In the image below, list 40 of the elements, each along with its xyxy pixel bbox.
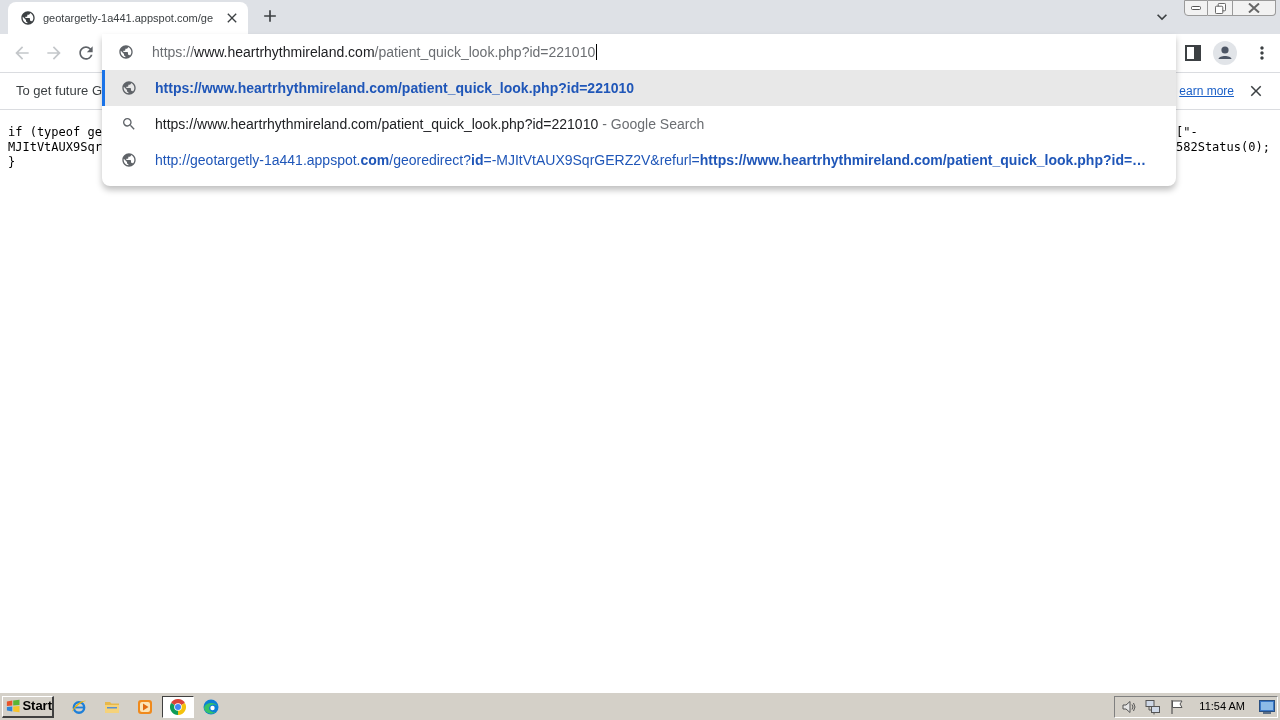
- learn-more-link[interactable]: earn more: [1179, 82, 1234, 100]
- globe-icon: [121, 152, 137, 168]
- suggestion-item[interactable]: https://www.heartrhythmireland.com/patient_quick_look.php?id=221010 - Google Search: [102, 106, 1176, 142]
- orbit-ring-icon[interactable]: [71, 698, 87, 715]
- code-line: 582Status(0);: [1176, 140, 1271, 155]
- minimize-button[interactable]: [1184, 0, 1208, 16]
- start-button[interactable]: Start: [2, 695, 54, 718]
- globe-icon: [20, 10, 36, 26]
- swirl-logo-icon[interactable]: [203, 698, 219, 715]
- infobar-message: To get future G: [16, 82, 102, 101]
- minimize-icon: [1191, 6, 1201, 10]
- address-field[interactable]: https://www.heartrhythmireland.com/patient_quick_look.php?id=221010: [102, 34, 1176, 70]
- restore-button[interactable]: [1208, 0, 1233, 16]
- side-panel-icon[interactable]: [1185, 45, 1201, 61]
- taskbar-button[interactable]: [162, 695, 194, 718]
- restore-icon: [1214, 2, 1226, 14]
- browser-logo-icon: [170, 698, 186, 715]
- flag-icon[interactable]: [1169, 698, 1186, 715]
- code-line: MJItVtAUX9Sqr: [8, 140, 102, 155]
- globe-icon: [121, 80, 137, 96]
- speaker-icon[interactable]: [1121, 698, 1138, 715]
- monitor-icon[interactable]: [1259, 699, 1275, 714]
- browser-tab[interactable]: geotargetly-1a441.appspot.com/ge: [8, 2, 248, 34]
- code-line: if (typeof ge: [8, 125, 102, 140]
- reload-icon[interactable]: [76, 43, 96, 63]
- close-icon: [1248, 3, 1260, 13]
- search-icon: [121, 116, 137, 132]
- network-icon[interactable]: [1145, 698, 1162, 715]
- suggestion-item[interactable]: https://www.heartrhythmireland.com/patient_quick_look.php?id=221010: [102, 70, 1176, 106]
- play-icon[interactable]: [137, 698, 153, 715]
- suggestion-item[interactable]: http://geotargetly-1a441.appspot.com/georedirect?id=-MJItVtAUX9SqrGERZ2V&refurl=https://www.heartrhythmireland.com/patient_quick_look.php?id=…: [102, 142, 1176, 178]
- code-line: ["-: [1176, 125, 1199, 140]
- suggestion-text: https://www.heartrhythmireland.com/patient_quick_look.php?id=221010: [155, 114, 599, 134]
- suggestion-description: - Google Search: [602, 114, 705, 134]
- close-button[interactable]: [1233, 0, 1276, 16]
- globe-icon: [118, 44, 134, 60]
- flag-logo-icon: [6, 698, 21, 714]
- code-line: }: [8, 155, 17, 170]
- profile-icon[interactable]: [1213, 41, 1237, 65]
- clock[interactable]: 11:54 AM: [1199, 698, 1245, 715]
